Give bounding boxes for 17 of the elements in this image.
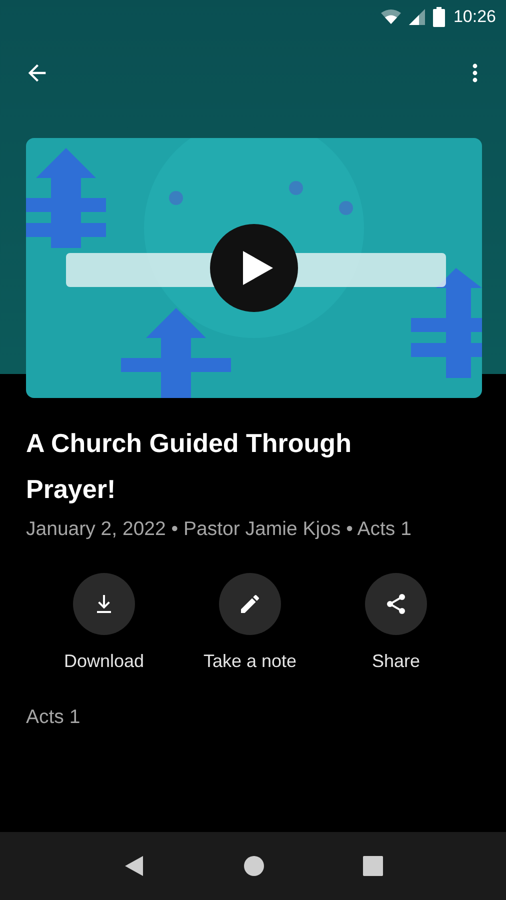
note-button[interactable]: Take a note [180,573,320,672]
recents-square-icon [363,856,383,876]
share-icon [384,592,408,616]
sermon-title: A Church Guided Through Prayer! [26,427,352,506]
wifi-icon [381,9,402,25]
signal-icon [409,9,426,25]
more-options-icon [472,63,478,83]
status-time: 10:26 [453,7,496,27]
play-icon [241,249,275,287]
triangle-back-icon [123,854,145,878]
share-button[interactable]: Share [326,573,466,672]
download-button[interactable]: Download [34,573,174,672]
sermon-details: January 2, 2022 • Pastor Jamie Kjos • Acts 1 [26,518,412,541]
pencil-icon [238,592,262,616]
battery-icon [433,7,446,27]
home-circle-icon [243,855,265,877]
scripture-reference: Acts 1 [26,706,82,729]
